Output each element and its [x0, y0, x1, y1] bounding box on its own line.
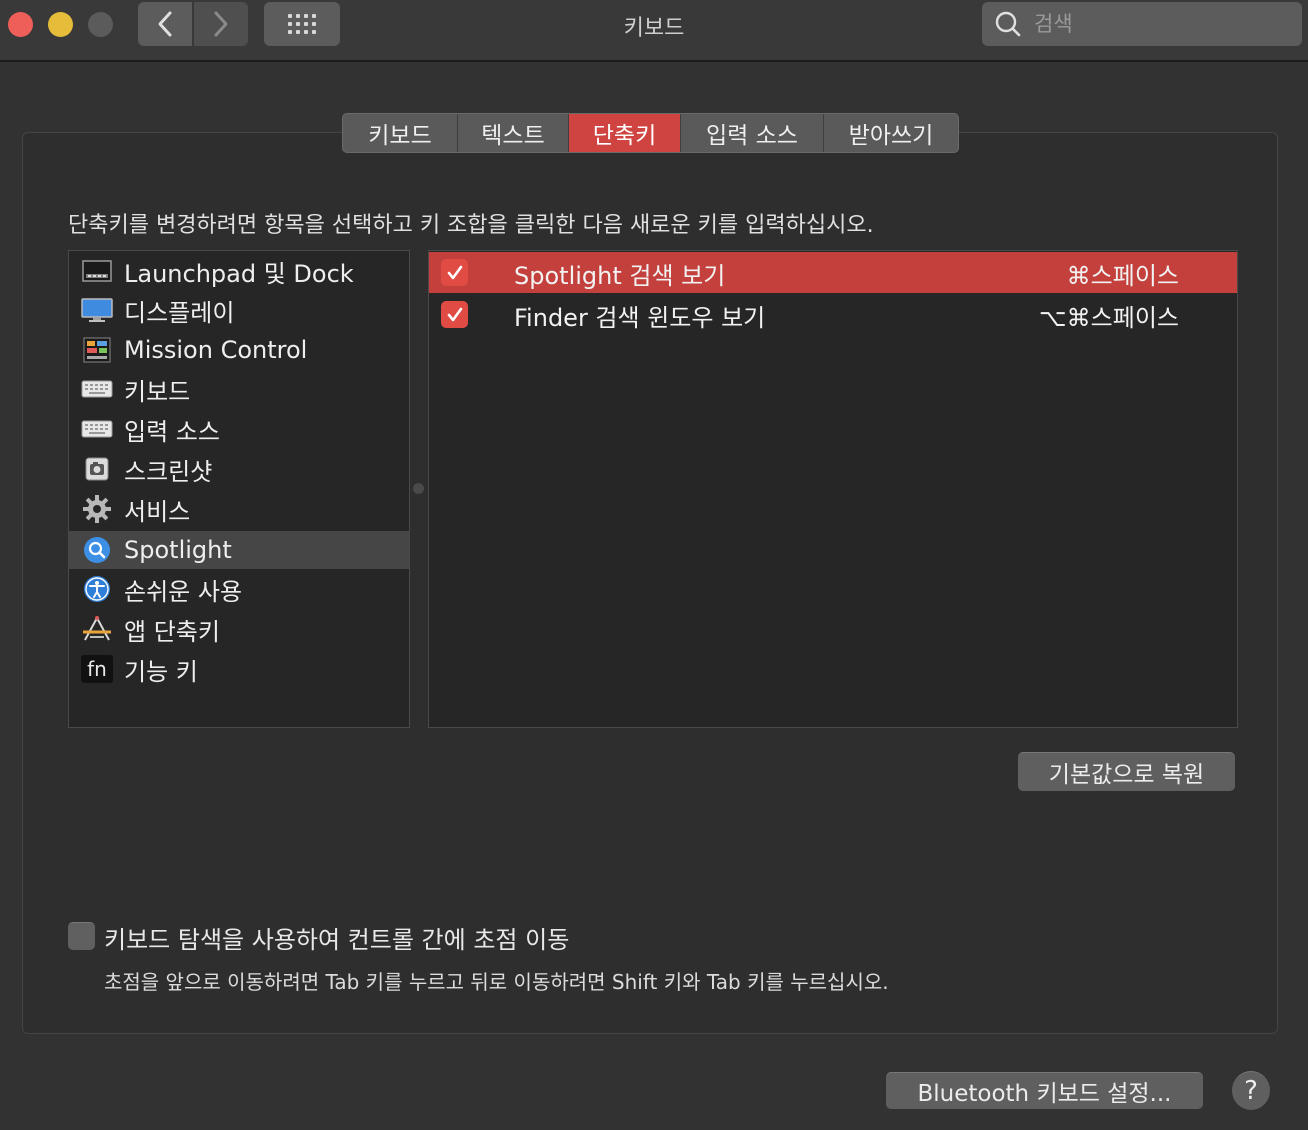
- category-item-services[interactable]: 서비스: [69, 490, 409, 528]
- category-label: 서비스: [124, 497, 191, 526]
- spotlight-icon: [81, 536, 113, 564]
- category-label: 손쉬운 사용: [124, 577, 243, 606]
- shortcut-name: Finder 검색 윈도우 보기: [514, 304, 766, 332]
- category-label: 기능 키: [124, 657, 198, 686]
- input-source-icon: [81, 415, 113, 443]
- category-label: 앱 단축키: [124, 617, 220, 646]
- display-icon: [81, 296, 113, 324]
- category-label: Launchpad 및 Dock: [124, 259, 354, 288]
- category-item-display[interactable]: 디스플레이: [69, 291, 409, 329]
- shortcut-key-combo[interactable]: ⌥⌘스페이스: [1039, 298, 1179, 333]
- keyboard-icon: [81, 375, 113, 403]
- shortcut-key-combo[interactable]: ⌘스페이스: [1067, 256, 1179, 291]
- gear-icon: [81, 495, 113, 523]
- instruction-text: 단축키를 변경하려면 항목을 선택하고 키 조합을 클릭한 다음 새로운 키를 …: [68, 213, 874, 238]
- split-view-handle[interactable]: [413, 483, 424, 494]
- tab-input-sources[interactable]: 입력 소스: [681, 114, 824, 152]
- mission-control-icon: [81, 336, 113, 364]
- checkmark-icon: [447, 265, 462, 279]
- category-item-launchpad-dock[interactable]: Launchpad 및 Dock: [69, 252, 409, 290]
- shortcut-enabled-checkbox[interactable]: [441, 301, 468, 328]
- category-label: 입력 소스: [124, 417, 220, 446]
- fn-key-icon: fn: [81, 655, 113, 683]
- category-list[interactable]: Launchpad 및 Dock 디스플레이 Mission Control 키…: [68, 250, 410, 728]
- bluetooth-keyboard-setup-button[interactable]: Bluetooth 키보드 설정...: [886, 1072, 1203, 1109]
- help-button[interactable]: ?: [1232, 1071, 1270, 1110]
- category-label: 키보드: [124, 377, 191, 406]
- shortcut-row[interactable]: Finder 검색 윈도우 보기 ⌥⌘스페이스: [429, 294, 1237, 335]
- tab-dictation[interactable]: 받아쓰기: [824, 114, 958, 152]
- restore-defaults-button[interactable]: 기본값으로 복원: [1018, 752, 1235, 791]
- category-item-accessibility[interactable]: 손쉬운 사용: [69, 570, 409, 608]
- category-label: Mission Control: [124, 336, 308, 364]
- app-shortcuts-icon: [81, 615, 113, 643]
- search-icon: [995, 11, 1021, 37]
- category-item-spotlight[interactable]: Spotlight: [69, 531, 409, 569]
- keyboard-navigation-description: 초점을 앞으로 이동하려면 Tab 키를 누르고 뒤로 이동하려면 Shift …: [104, 970, 889, 994]
- tab-shortcuts[interactable]: 단축키: [569, 114, 681, 152]
- title-bar: 키보드: [0, 0, 1308, 62]
- keyboard-navigation-checkbox[interactable]: [68, 922, 95, 950]
- category-item-function-keys[interactable]: fn 기능 키: [69, 650, 409, 688]
- tab-keyboard[interactable]: 키보드: [343, 114, 458, 152]
- screenshot-icon: [81, 455, 113, 483]
- tab-bar: 키보드 텍스트 단축키 입력 소스 받아쓰기: [342, 113, 959, 153]
- category-item-input-sources[interactable]: 입력 소스: [69, 410, 409, 448]
- category-item-screenshots[interactable]: 스크린샷: [69, 450, 409, 488]
- tab-text[interactable]: 텍스트: [458, 114, 569, 152]
- keyboard-navigation-label[interactable]: 키보드 탐색을 사용하여 컨트롤 간에 초점 이동: [104, 920, 569, 955]
- category-label: Spotlight: [124, 536, 232, 564]
- shortcut-list[interactable]: Spotlight 검색 보기 ⌘스페이스 Finder 검색 윈도우 보기 ⌥…: [428, 250, 1238, 728]
- category-item-app-shortcuts[interactable]: 앱 단축키: [69, 610, 409, 648]
- category-label: 스크린샷: [124, 457, 213, 486]
- search-input[interactable]: [1032, 11, 1296, 37]
- category-item-keyboard[interactable]: 키보드: [69, 370, 409, 408]
- shortcut-row[interactable]: Spotlight 검색 보기 ⌘스페이스: [429, 252, 1237, 293]
- accessibility-icon: [81, 575, 113, 603]
- category-item-mission-control[interactable]: Mission Control: [69, 331, 409, 369]
- checkmark-icon: [447, 307, 462, 321]
- shortcut-enabled-checkbox[interactable]: [441, 259, 468, 286]
- launchpad-dock-icon: [81, 257, 113, 285]
- shortcut-name: Spotlight 검색 보기: [514, 262, 726, 290]
- search-field[interactable]: [982, 2, 1302, 46]
- category-label: 디스플레이: [124, 298, 235, 327]
